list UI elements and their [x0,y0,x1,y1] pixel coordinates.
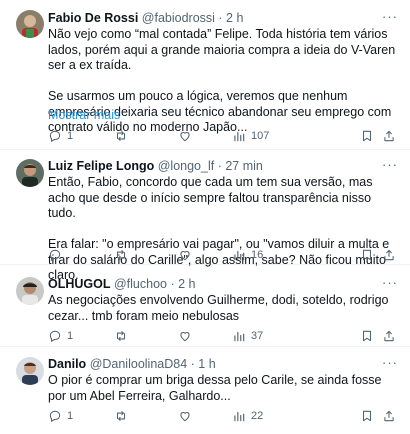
tweet-header: Danilo @DaniloolinaD84 · 1 h [48,356,378,372]
like-button[interactable] [178,407,197,425]
heart-icon [180,412,190,422]
timestamp[interactable]: 1 h [198,357,215,371]
reply-icon [49,130,61,143]
reply-count: 1 [67,130,74,142]
retweet-button[interactable] [114,127,133,145]
retweet-button[interactable] [114,407,133,425]
reply-icon [49,249,61,262]
tweet-actions: 1 22 [48,407,398,425]
views-count: 22 [251,410,264,422]
retweet-icon [116,410,126,422]
avatar[interactable] [16,277,44,305]
reply-button[interactable]: 1 [48,327,73,345]
tweet-header: Luiz Felipe Longo @longo_lf · 27 min [48,158,378,174]
more-icon[interactable]: ··· [380,356,400,372]
avatar[interactable] [16,10,44,38]
bookmark-icon [362,249,372,261]
views-count: 37 [251,330,264,342]
heart-icon [180,332,190,342]
more-icon[interactable]: ··· [380,158,400,174]
reply-count: 1 [67,410,74,422]
bookmark-icon [362,330,372,342]
views-button[interactable]: 37 [232,327,263,345]
share-icon [384,249,394,261]
tweet[interactable]: OLHUGOL @fluchoo · 2 h ··· As negociaçõe… [0,265,410,347]
reply-button[interactable]: 1 [48,127,73,145]
heart-icon [180,251,190,261]
like-button[interactable] [178,327,197,345]
reply-count: 1 [67,330,74,342]
retweet-icon [116,330,126,342]
separator: · [187,357,199,371]
display-name[interactable]: Fabio De Rossi [48,11,138,25]
bookmark-button[interactable] [360,407,374,425]
reply-button[interactable]: 1 [48,407,73,425]
retweet-icon [116,130,126,142]
views-icon [234,331,245,342]
tweet-text: As negociações envolvendo Guilherme, dod… [48,293,396,324]
reply-icon [49,330,61,343]
show-more-link[interactable]: Mostrar mais [48,108,120,123]
display-name[interactable]: Luiz Felipe Longo [48,159,154,173]
display-name[interactable]: Danilo [48,357,86,371]
share-icon [384,410,394,422]
display-name[interactable]: OLHUGOL [48,277,111,291]
retweet-icon [116,249,126,261]
views-count: 16 [251,249,264,261]
tweet-paragraph: As negociações envolvendo Guilherme, dod… [48,293,389,323]
tweet-header: Fabio De Rossi @fabiodrossi · 2 h [48,10,378,26]
handle[interactable]: @longo_lf [158,159,214,173]
reply-icon [49,410,61,423]
like-button[interactable] [178,246,197,264]
retweet-button[interactable] [114,246,133,264]
avatar[interactable] [16,357,44,385]
more-icon[interactable]: ··· [380,276,400,292]
views-button[interactable]: 107 [232,127,269,145]
share-icon [384,330,394,342]
handle[interactable]: @DaniloolinaD84 [90,357,187,371]
bookmark-icon [362,410,372,422]
tweet-text: O pior é comprar um briga dessa pelo Car… [48,373,396,404]
timestamp[interactable]: 2 h [226,11,243,25]
tweet[interactable]: Danilo @DaniloolinaD84 · 1 h ··· O pior … [0,347,410,434]
views-icon [234,131,245,142]
separator: · [166,277,179,291]
views-button[interactable]: 16 [232,246,263,264]
tweet-actions: 16 [48,246,398,264]
tweet-actions: 1 107 [48,127,398,145]
heart-icon [180,132,190,142]
share-button[interactable] [382,127,396,145]
timestamp[interactable]: 27 min [225,159,263,173]
bookmark-icon [362,130,372,142]
tweet[interactable]: Fabio De Rossi @fabiodrossi · 2 h ··· Nã… [0,0,410,150]
tweet-actions: 1 37 [48,327,398,345]
tweet[interactable]: Luiz Felipe Longo @longo_lf · 27 min ···… [0,150,410,282]
timestamp[interactable]: 2 h [178,277,195,291]
views-count: 107 [251,130,270,142]
bookmark-button[interactable] [360,246,374,264]
bookmark-button[interactable] [360,127,374,145]
share-icon [384,130,394,142]
reply-button[interactable] [48,246,67,264]
handle[interactable]: @fluchoo [114,277,167,291]
more-icon[interactable]: ··· [380,10,400,26]
avatar[interactable] [16,159,44,187]
tweet-paragraph: Então, Fabio, concordo que cada um tem s… [48,175,373,220]
share-button[interactable] [382,327,396,345]
handle[interactable]: @fabiodrossi [142,11,215,25]
share-button[interactable] [382,407,396,425]
share-button[interactable] [382,246,396,264]
bookmark-button[interactable] [360,327,374,345]
reply-feed: Fabio De Rossi @fabiodrossi · 2 h ··· Nã… [0,0,410,434]
like-button[interactable] [178,127,197,145]
tweet-paragraph: O pior é comprar um briga dessa pelo Car… [48,373,382,403]
retweet-button[interactable] [114,327,133,345]
separator: · [214,159,226,173]
views-icon [234,411,245,422]
views-button[interactable]: 22 [232,407,263,425]
tweet-paragraph: Não vejo como “mal contada” Felipe. Toda… [48,27,396,72]
separator: · [214,11,227,25]
views-icon [234,250,245,261]
tweet-header: OLHUGOL @fluchoo · 2 h [48,276,378,292]
